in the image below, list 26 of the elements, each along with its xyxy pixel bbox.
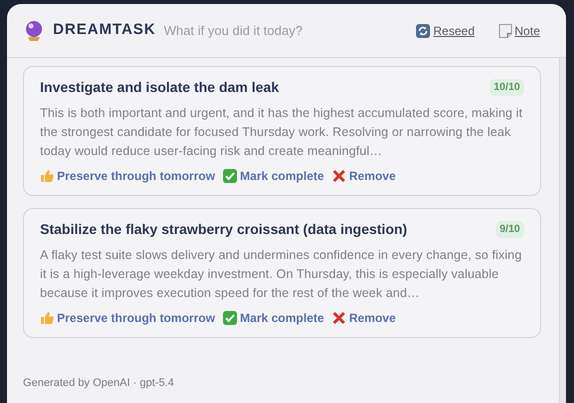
notepad-icon: [498, 24, 512, 38]
check-box-icon: [223, 311, 238, 325]
remove-button[interactable]: Remove: [332, 167, 396, 185]
check-box-icon: [223, 169, 238, 183]
score-badge: 9/10: [496, 220, 524, 238]
thumbs-up-icon: [40, 169, 54, 183]
preserve-button[interactable]: Preserve through tomorrow: [40, 167, 216, 185]
task-title: Stabilize the flaky strawberry croissant (data ingestion): [40, 220, 408, 239]
footer-text: Generated by OpenAI · gpt-5.4: [23, 376, 176, 390]
score-badge: 10/10: [490, 78, 524, 96]
task-title: Investigate and isolate the dam leak: [40, 78, 279, 97]
app-name: DREAMTASK: [53, 20, 156, 40]
crystal-ball-icon: [25, 20, 43, 42]
tagline: What if you did it today?: [164, 22, 303, 40]
refresh-icon: [416, 24, 430, 38]
complete-button[interactable]: Mark complete: [223, 309, 324, 327]
complete-button[interactable]: Mark complete: [223, 167, 324, 185]
cross-icon: [332, 169, 346, 183]
task-description: This is both important and urgent, and it has the highest accumulated score, making it the strongest candidate for focused Thursday work. Resolving or narrowing the leak today would reduce user-facing risk and create meaningful…: [40, 105, 524, 160]
remove-button[interactable]: Remove: [332, 309, 396, 327]
cross-icon: [332, 311, 346, 325]
thumbs-up-icon: [40, 311, 54, 325]
task-description: A flaky test suite slows delivery and undermines confidence in every change, so fixing it is a high-leverage weekday investment. On Thursday, this is especially valuable because it improves execution speed for the rest of the week and…: [40, 247, 523, 302]
reseed-link[interactable]: Reseed: [416, 22, 475, 40]
preserve-button[interactable]: Preserve through tomorrow: [40, 309, 216, 327]
note-link[interactable]: Note: [498, 22, 540, 40]
